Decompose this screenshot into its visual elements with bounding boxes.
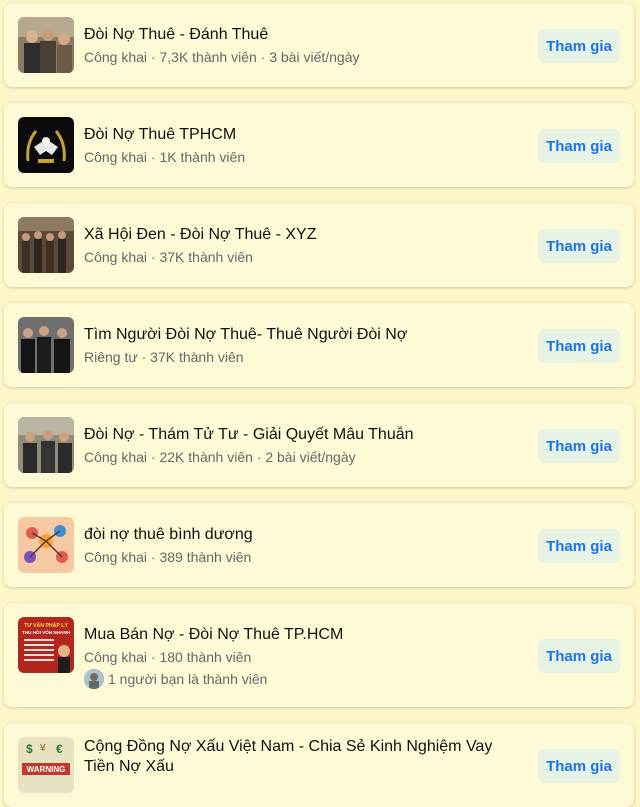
group-thumbnail[interactable] <box>18 117 74 173</box>
group-name[interactable]: Xã Hội Đen - Đòi Nợ Thuê - XYZ <box>84 226 524 244</box>
group-thumbnail[interactable] <box>18 217 74 273</box>
group-card[interactable]: TƯ VẤN PHÁP LÝ THU HỒI VỐN NHANH Mua Bán… <box>4 603 634 707</box>
join-group-button[interactable]: Tham gia <box>538 229 620 263</box>
poster-text: THU HỒI VỐN NHANH <box>22 629 71 635</box>
group-name[interactable]: đòi nợ thuê bình dương <box>84 526 524 544</box>
group-thumbnail[interactable] <box>18 417 74 473</box>
group-name[interactable]: Tìm Người Đòi Nợ Thuê- Thuê Người Đòi Nợ <box>84 326 524 344</box>
group-meta: Công khai · 180 thành viên <box>84 649 252 665</box>
group-meta: Công khai · 22K thành viên · 2 bài viết/… <box>84 449 356 465</box>
join-group-button[interactable]: Tham gia <box>538 129 620 163</box>
group-name[interactable]: Đòi Nợ - Thám Tử Tư - Giải Quyết Mâu Thu… <box>84 426 524 444</box>
join-group-button[interactable]: Tham gia <box>538 529 620 563</box>
group-card[interactable]: Xã Hội Đen - Đòi Nợ Thuê - XYZ Công khai… <box>4 203 634 287</box>
group-name[interactable]: Cộng Đồng Nợ Xấu Việt Nam - Chia Sẻ Kinh… <box>84 737 524 777</box>
group-thumbnail[interactable]: $ ¥ € WARNING <box>18 737 74 793</box>
group-thumbnail[interactable] <box>18 517 74 573</box>
svg-text:$: $ <box>26 742 33 756</box>
svg-text:€: € <box>56 742 63 756</box>
group-card[interactable]: đòi nợ thuê bình dương Công khai · 389 t… <box>4 503 634 587</box>
group-name[interactable]: Đòi Nợ Thuê TPHCM <box>84 126 524 144</box>
group-thumbnail[interactable] <box>18 17 74 73</box>
friend-avatar[interactable] <box>84 669 104 689</box>
group-card[interactable]: Đòi Nợ Thuê - Đánh Thuê Công khai · 7,3K… <box>4 3 634 87</box>
group-card[interactable]: $ ¥ € WARNING Cộng Đồng Nợ Xấu Việt Nam … <box>4 723 634 807</box>
join-group-button[interactable]: Tham gia <box>538 429 620 463</box>
group-thumbnail[interactable] <box>18 317 74 373</box>
poster-text: TƯ VẤN PHÁP LÝ <box>24 622 68 629</box>
join-group-button[interactable]: Tham gia <box>538 329 620 363</box>
join-group-button[interactable]: Tham gia <box>538 29 620 63</box>
group-thumbnail[interactable]: TƯ VẤN PHÁP LÝ THU HỒI VỐN NHANH <box>18 617 74 673</box>
friends-text: 1 người bạn là thành viên <box>108 671 268 687</box>
svg-text:¥: ¥ <box>39 743 46 754</box>
friends-in-group: 1 người bạn là thành viên <box>84 669 267 689</box>
join-group-button[interactable]: Tham gia <box>538 749 620 783</box>
group-meta: Công khai · 389 thành viên <box>84 549 252 565</box>
group-card[interactable]: Đòi Nợ - Thám Tử Tư - Giải Quyết Mâu Thu… <box>4 403 634 487</box>
group-meta: Công khai · 37K thành viên <box>84 249 253 265</box>
group-name[interactable]: Mua Bán Nợ - Đòi Nợ Thuê TP.HCM <box>84 626 524 644</box>
join-group-button[interactable]: Tham gia <box>538 639 620 673</box>
group-results-list: Đòi Nợ Thuê - Đánh Thuê Công khai · 7,3K… <box>0 0 640 807</box>
warning-text: WARNING <box>27 765 66 774</box>
group-meta: Riêng tư · 37K thành viên <box>84 349 244 365</box>
group-meta: Công khai · 7,3K thành viên · 3 bài viết… <box>84 49 360 65</box>
group-meta: Công khai · 1K thành viên <box>84 149 246 165</box>
group-card[interactable]: Tìm Người Đòi Nợ Thuê- Thuê Người Đòi Nợ… <box>4 303 634 387</box>
group-card[interactable]: Đòi Nợ Thuê TPHCM Công khai · 1K thành v… <box>4 103 634 187</box>
group-name[interactable]: Đòi Nợ Thuê - Đánh Thuê <box>84 26 524 44</box>
